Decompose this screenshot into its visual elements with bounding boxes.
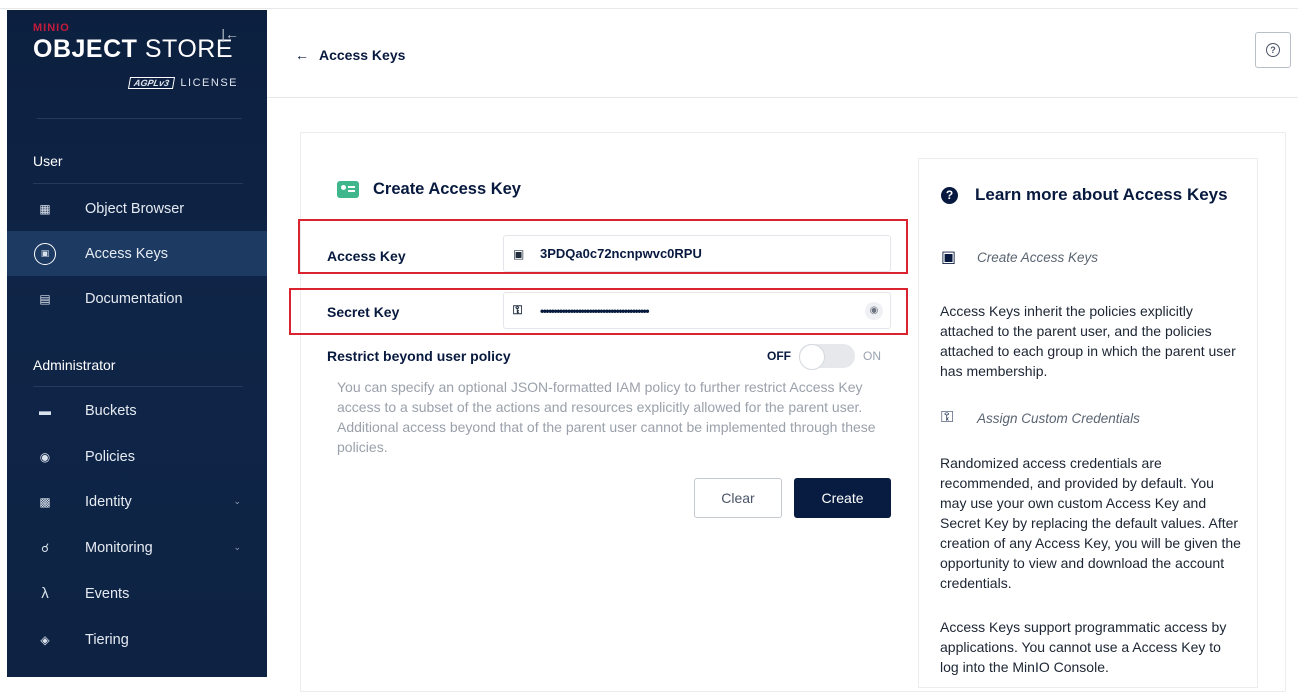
collapse-sidebar-icon[interactable]: |← — [221, 26, 239, 42]
help-subheading-custom: ⚿ Assign Custom Credentials — [941, 409, 1140, 426]
secret-key-value: •••••••••••••••••••••••••••••••••••••••• — [540, 303, 650, 318]
object-browser-icon: ▦ — [39, 201, 51, 216]
sidebar-item-label: Documentation — [85, 290, 183, 307]
top-bar — [0, 0, 1298, 9]
restrict-policy-toggle[interactable] — [799, 344, 855, 370]
policies-icon: ◉ — [39, 449, 51, 464]
restrict-policy-label: Restrict beyond user policy — [327, 348, 511, 364]
access-keys-icon: ▣ — [34, 242, 56, 265]
create-button[interactable]: Create — [794, 478, 891, 518]
toggle-off-label: OFF — [767, 349, 791, 363]
help-paragraph: Access Keys support programmatic access … — [940, 619, 1227, 675]
divider — [33, 386, 243, 387]
help-subheading-create: ▣ Create Access Keys — [941, 249, 1099, 266]
sidebar-item-events[interactable]: λ Events — [7, 571, 267, 616]
sidebar-item-label: Policies — [85, 448, 135, 465]
question-icon: ? — [1266, 43, 1280, 57]
help-title: ? Learn more about Access Keys — [941, 185, 1228, 205]
show-password-icon[interactable]: ◉ — [865, 301, 883, 320]
sidebar-item-label: Tiering — [85, 631, 129, 648]
restrict-policy-toggle-group: OFF ON — [767, 344, 881, 370]
logo-minio-text: MINIO — [33, 22, 70, 34]
documentation-icon: ▤ — [39, 291, 51, 306]
page-header: ← Access Keys ? — [267, 10, 1298, 98]
restrict-policy-description: You can specify an optional JSON-formatt… — [337, 379, 876, 455]
question-circle-icon: ? — [941, 186, 958, 204]
sidebar-item-label: Events — [85, 585, 130, 602]
chevron-down-icon[interactable]: ⌄ — [233, 542, 241, 553]
access-key-input[interactable]: ▣ 3PDQa0c72ncnpwvc0RPU — [503, 235, 891, 272]
id-card-icon: ▣ — [513, 246, 525, 261]
sidebar-item-monitoring[interactable]: ☌ Monitoring ⌄ — [7, 525, 267, 570]
help-button[interactable]: ? — [1255, 32, 1291, 68]
back-link[interactable]: ← Access Keys — [295, 47, 405, 63]
chevron-down-icon[interactable]: ⌄ — [233, 496, 241, 507]
help-paragraph: Randomized access credentials are recomm… — [940, 455, 1241, 591]
sidebar-item-label: Access Keys — [85, 245, 168, 262]
key-icon: ⚿ — [941, 409, 954, 426]
id-card-icon: ▣ — [941, 249, 957, 266]
license-label: AGPLv3 LICENSE — [128, 77, 238, 89]
identity-icon: ▩ — [39, 494, 51, 509]
clear-button[interactable]: Clear — [694, 478, 782, 518]
toggle-on-label: ON — [863, 349, 881, 363]
sidebar-item-object-browser[interactable]: ▦ Object Browser — [7, 186, 267, 231]
sidebar: MINIO OBJECT STORE AGPLv3 LICENSE |← Use… — [7, 10, 267, 677]
monitoring-icon: ☌ — [40, 540, 50, 555]
secret-key-input[interactable]: ⚿ ••••••••••••••••••••••••••••••••••••••… — [503, 292, 891, 329]
sidebar-item-documentation[interactable]: ▤ Documentation — [7, 276, 267, 321]
sidebar-item-label: Monitoring — [85, 539, 153, 556]
form-title: Create Access Key — [337, 180, 521, 199]
lambda-icon: λ — [41, 585, 49, 602]
access-key-card-icon — [337, 181, 359, 198]
access-key-value: 3PDQa0c72ncnpwvc0RPU — [540, 246, 702, 261]
section-user: User — [33, 153, 63, 169]
tiering-icon: ◈ — [40, 632, 50, 647]
sidebar-item-buckets[interactable]: ▬ Buckets — [7, 388, 267, 433]
agpl-badge: AGPLv3 — [128, 77, 176, 89]
sidebar-item-label: Identity — [85, 493, 132, 510]
arrow-left-icon: ← — [295, 47, 309, 63]
logo-object-store: OBJECT STORE — [33, 35, 234, 63]
access-key-label: Access Key — [327, 248, 406, 264]
sidebar-item-label: Object Browser — [85, 200, 185, 217]
sidebar-item-access-keys[interactable]: ▣ Access Keys — [7, 231, 267, 276]
sidebar-item-tiering[interactable]: ◈ Tiering — [7, 617, 267, 662]
divider — [37, 118, 242, 119]
secret-key-label: Secret Key — [327, 304, 400, 320]
key-icon: ⚿ — [513, 303, 523, 317]
divider — [33, 183, 243, 184]
help-paragraph: Access Keys inherit the policies explici… — [940, 303, 1236, 379]
page-title: Access Keys — [319, 47, 406, 63]
sidebar-item-policies[interactable]: ◉ Policies — [7, 434, 267, 479]
section-administrator: Administrator — [33, 357, 116, 373]
help-panel: ? Learn more about Access Keys ▣ Create … — [918, 158, 1258, 688]
minio-logo[interactable]: MINIO OBJECT STORE AGPLv3 LICENSE — [33, 22, 243, 102]
sidebar-item-label: Buckets — [85, 402, 137, 419]
sidebar-item-identity[interactable]: ▩ Identity ⌄ — [7, 479, 267, 524]
buckets-icon: ▬ — [39, 403, 51, 418]
